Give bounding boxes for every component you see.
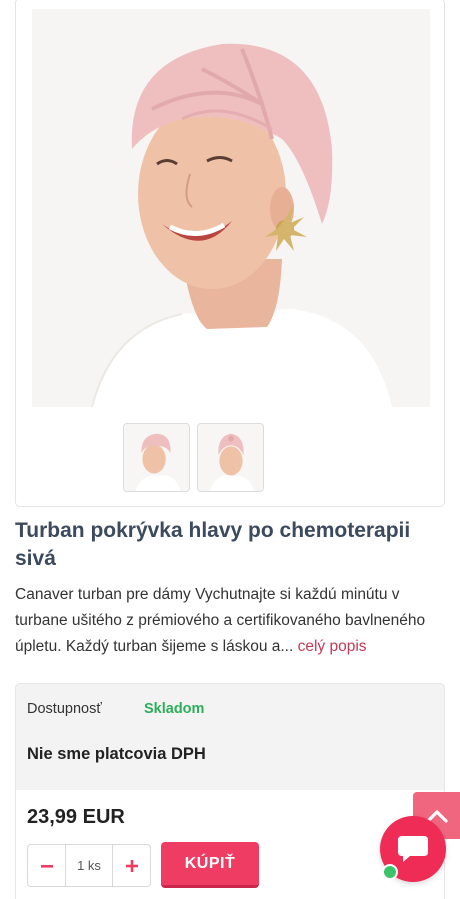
increase-quantity-button[interactable] <box>113 845 150 886</box>
minus-icon <box>40 864 53 868</box>
availability-status: Skladom <box>144 701 205 717</box>
product-price: 23,99 EUR <box>27 806 125 828</box>
product-description: Canaver turban pre dámy Vychutnajte si k… <box>15 582 445 660</box>
availability-label: Dostupnosť <box>27 701 102 717</box>
quantity-stepper: 1 ks <box>27 844 151 887</box>
decrease-quantity-button[interactable] <box>28 845 65 886</box>
main-product-photo[interactable] <box>32 9 430 407</box>
availability-box: Dostupnosť Skladom Nie sme platcovia DPH <box>15 683 445 790</box>
online-status-dot <box>382 864 398 880</box>
quantity-input[interactable]: 1 ks <box>65 845 113 886</box>
read-more-link[interactable]: celý popis <box>298 638 367 655</box>
thumbnail-2[interactable] <box>197 423 264 492</box>
thumbnail-1[interactable] <box>123 423 190 492</box>
product-gallery <box>15 0 445 507</box>
buy-button[interactable]: KÚPIŤ <box>161 842 259 888</box>
product-title: Turban pokrývka hlavy po chemoterapii si… <box>15 519 411 570</box>
chat-bubble-icon <box>398 836 428 862</box>
vat-note: Nie sme platcovia DPH <box>27 745 206 763</box>
plus-icon <box>125 859 138 872</box>
